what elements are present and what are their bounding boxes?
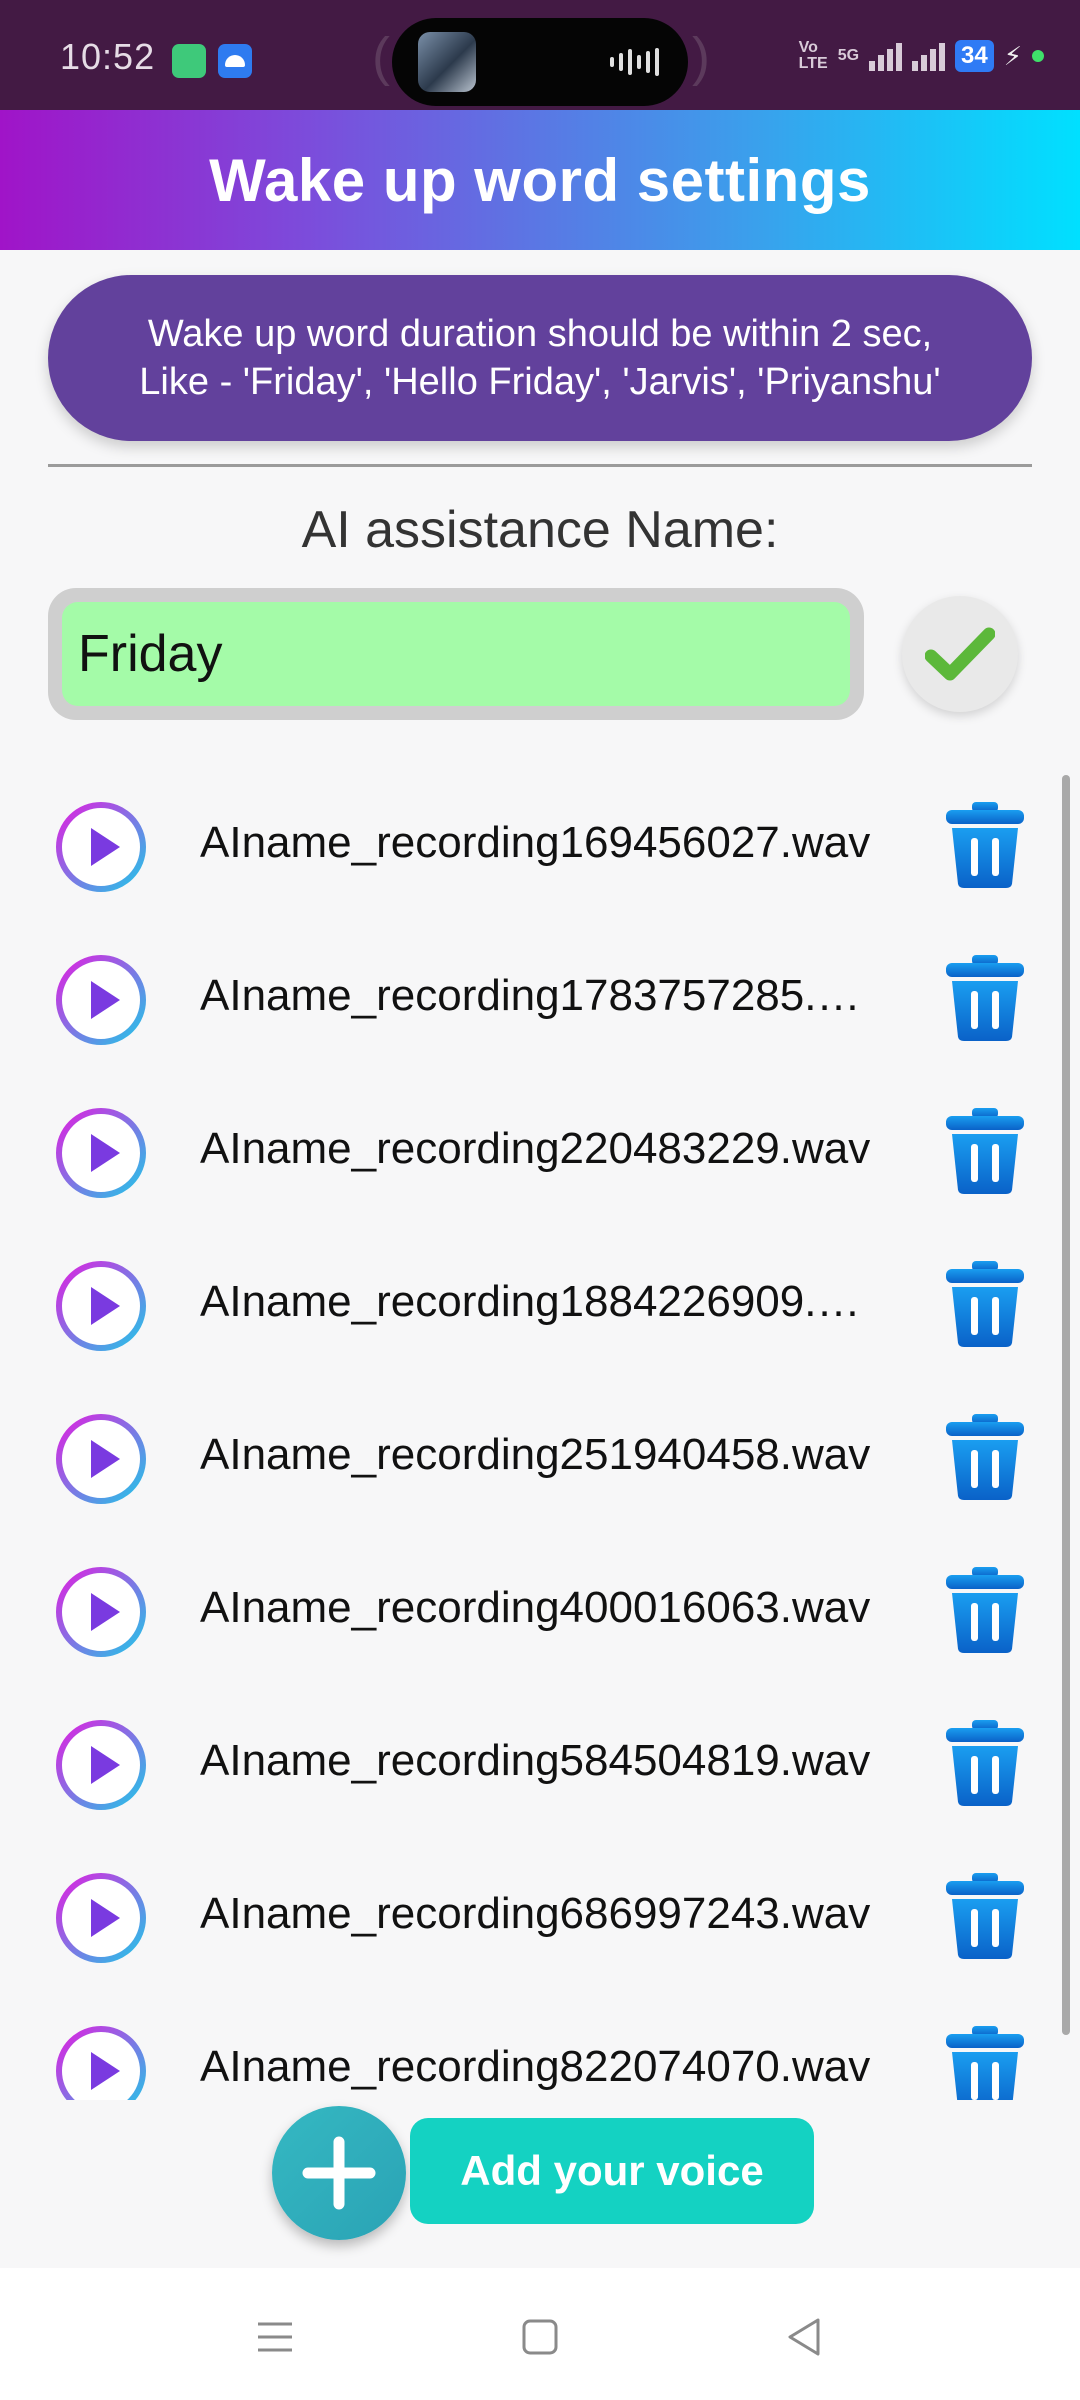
recording-filename: AIname_recording400016063.wav <box>200 1583 871 1632</box>
recording-filename: AIname_recording1783757285.wav <box>200 971 890 1020</box>
home-icon[interactable] <box>515 2312 565 2362</box>
recording-row: AIname_recording169456027.wav <box>0 770 1080 923</box>
trash-icon <box>946 2026 1024 2100</box>
recordings-list[interactable]: AIname_recording169456027.wav AIname_reco… <box>0 770 1080 2100</box>
check-icon <box>925 627 995 681</box>
android-notification-icon <box>218 44 252 78</box>
recording-row: AIname_recording400016063.wav <box>0 1535 1080 1688</box>
list-scrollbar[interactable] <box>1062 775 1070 2035</box>
info-line-2: Like - 'Friday', 'Hello Friday', 'Jarvis… <box>139 361 941 403</box>
delete-recording-button[interactable] <box>942 1412 1028 1502</box>
recording-row: AIname_recording822074070.wav <box>0 1994 1080 2100</box>
system-nav-bar <box>0 2268 1080 2400</box>
signal-strength-icon <box>869 41 903 71</box>
delete-recording-button[interactable] <box>942 953 1028 1043</box>
delete-recording-button[interactable] <box>942 1106 1028 1196</box>
trash-icon <box>946 802 1024 888</box>
trash-icon <box>946 1873 1024 1959</box>
media-island[interactable] <box>392 18 688 106</box>
play-button[interactable] <box>54 1718 148 1812</box>
recording-filename: AIname_recording1884226909.wav <box>200 1277 890 1326</box>
menu-icon[interactable] <box>250 2312 300 2362</box>
info-banner: Wake up word duration should be within 2… <box>48 275 1032 441</box>
island-bracket-right-icon: ) <box>692 27 710 87</box>
trash-icon <box>946 1567 1024 1653</box>
status-bar: 10:52 ( ) Vo LTE 5G 34 ⚡ <box>0 0 1080 110</box>
delete-recording-button[interactable] <box>942 2024 1028 2100</box>
trash-icon <box>946 1261 1024 1347</box>
delete-recording-button[interactable] <box>942 1871 1028 1961</box>
network-5g-label: 5G <box>837 47 860 64</box>
app-header: Wake up word settings <box>0 110 1080 250</box>
recording-row: AIname_recording686997243.wav <box>0 1841 1080 1994</box>
back-icon[interactable] <box>780 2312 830 2362</box>
play-button[interactable] <box>54 1259 148 1353</box>
trash-icon <box>946 955 1024 1041</box>
recording-row: AIname_recording220483229.wav <box>0 1076 1080 1229</box>
status-time: 10:52 <box>60 36 156 77</box>
page-title: Wake up word settings <box>209 146 871 214</box>
add-voice-plus-button[interactable] <box>272 2106 406 2240</box>
divider <box>48 464 1032 467</box>
play-button[interactable] <box>54 1106 148 1200</box>
audio-wave-icon <box>610 48 659 76</box>
charging-icon: ⚡ <box>1003 40 1022 71</box>
app-notification-icon <box>172 44 206 78</box>
status-indicators: Vo LTE 5G 34 ⚡ <box>799 40 1044 72</box>
privacy-dot-icon <box>1032 50 1044 62</box>
play-button[interactable] <box>54 1412 148 1506</box>
add-voice-button[interactable]: Add your voice <box>410 2118 814 2224</box>
info-line-1: Wake up word duration should be within 2… <box>147 313 933 355</box>
recording-filename: AIname_recording686997243.wav <box>200 1889 871 1938</box>
trash-icon <box>946 1720 1024 1806</box>
delete-recording-button[interactable] <box>942 800 1028 890</box>
recording-row: AIname_recording1884226909.wav <box>0 1229 1080 1382</box>
recording-filename: AIname_recording251940458.wav <box>200 1430 871 1479</box>
play-button[interactable] <box>54 800 148 894</box>
signal-strength-icon-2 <box>912 41 946 71</box>
network-type: Vo LTE <box>798 39 828 72</box>
island-bracket-left-icon: ( <box>372 27 390 87</box>
battery-indicator: 34 <box>955 40 994 72</box>
delete-recording-button[interactable] <box>942 1259 1028 1349</box>
play-button[interactable] <box>54 1871 148 1965</box>
recording-row: AIname_recording584504819.wav <box>0 1688 1080 1841</box>
recording-filename: AIname_recording822074070.wav <box>200 2042 871 2091</box>
delete-recording-button[interactable] <box>942 1565 1028 1655</box>
play-button[interactable] <box>54 2024 148 2100</box>
play-button[interactable] <box>54 1565 148 1659</box>
recording-filename: AIname_recording169456027.wav <box>200 818 871 867</box>
assistant-name-input[interactable] <box>62 602 850 706</box>
recording-filename: AIname_recording584504819.wav <box>200 1736 871 1785</box>
assistant-name-label: AI assistance Name: <box>301 501 779 559</box>
trash-icon <box>946 1414 1024 1500</box>
media-thumbnail <box>418 32 476 92</box>
confirm-name-button[interactable] <box>902 596 1018 712</box>
assistant-name-field-wrapper <box>48 588 864 720</box>
delete-recording-button[interactable] <box>942 1718 1028 1808</box>
recording-filename: AIname_recording220483229.wav <box>200 1124 871 1173</box>
plus-icon <box>302 2136 376 2210</box>
recording-row: AIname_recording1783757285.wav <box>0 923 1080 1076</box>
recording-row: AIname_recording251940458.wav <box>0 1382 1080 1535</box>
trash-icon <box>946 1108 1024 1194</box>
play-button[interactable] <box>54 953 148 1047</box>
